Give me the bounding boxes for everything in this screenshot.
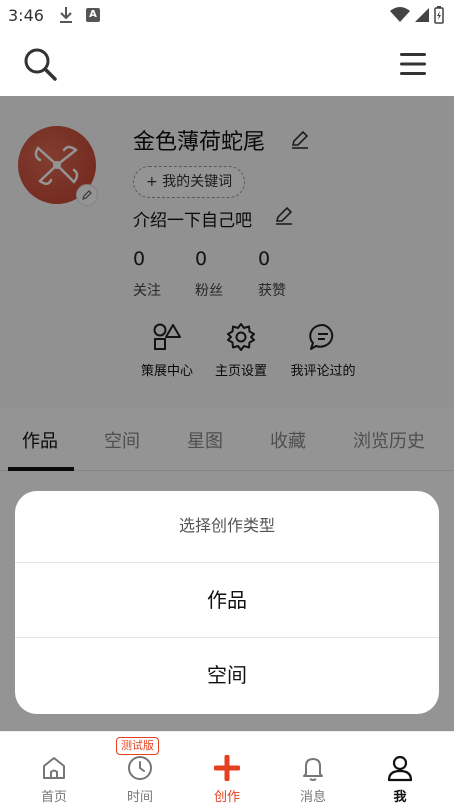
sheet-title: 选择创作类型 bbox=[15, 491, 439, 563]
bell-icon bbox=[303, 758, 323, 781]
status-icons bbox=[390, 6, 444, 24]
beta-badge: 测试版 bbox=[116, 737, 159, 755]
person-icon bbox=[387, 755, 413, 782]
app-header bbox=[0, 32, 454, 96]
bottom-nav: 首页 时间 创作 消息 我 测试版 bbox=[0, 731, 454, 807]
create-works-option[interactable]: 作品 bbox=[15, 563, 439, 638]
nav-label: 我 bbox=[393, 790, 407, 805]
a-notification-icon: A bbox=[86, 8, 100, 22]
home-icon bbox=[43, 757, 65, 779]
wifi-icon bbox=[390, 7, 410, 22]
nav-messages[interactable]: 消息 bbox=[268, 732, 358, 807]
battery-icon bbox=[434, 6, 444, 24]
signal-icon bbox=[415, 8, 429, 22]
create-space-option[interactable]: 空间 bbox=[15, 638, 439, 713]
nav-label: 消息 bbox=[299, 790, 326, 805]
menu-icon[interactable] bbox=[398, 50, 428, 78]
nav-label: 创作 bbox=[213, 790, 240, 805]
nav-create[interactable]: 创作 bbox=[182, 732, 272, 807]
nav-home[interactable]: 首页 bbox=[9, 732, 99, 807]
status-time: 3:46 bbox=[8, 6, 44, 25]
plus-icon bbox=[214, 755, 240, 781]
nav-me[interactable]: 我 bbox=[355, 732, 445, 807]
status-bar: 3:46 A bbox=[0, 0, 454, 32]
nav-label: 时间 bbox=[126, 790, 153, 805]
nav-label: 首页 bbox=[40, 790, 67, 805]
create-type-sheet: 选择创作类型 作品 空间 bbox=[15, 491, 439, 714]
search-icon[interactable] bbox=[22, 46, 58, 82]
download-icon bbox=[60, 7, 72, 23]
clock-icon bbox=[128, 756, 152, 780]
